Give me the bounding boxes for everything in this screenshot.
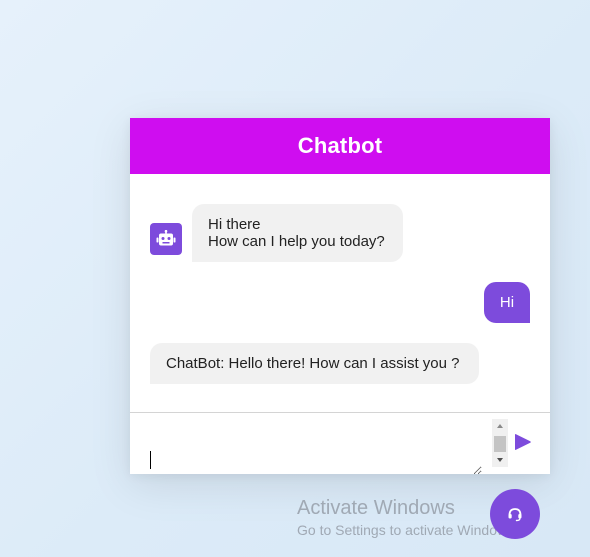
chatbot-toggle-button[interactable]	[490, 489, 540, 539]
chatbot-window: Chatbot Hi there How can I help you toda…	[130, 118, 550, 474]
input-scrollbar[interactable]	[492, 419, 508, 467]
chat-input[interactable]	[148, 451, 482, 474]
watermark-title: Activate Windows	[297, 497, 455, 519]
send-icon	[515, 434, 531, 450]
activate-windows-watermark: Activate Windows Go to Settings to activ…	[297, 496, 518, 539]
scroll-down-arrow-icon[interactable]	[497, 458, 503, 462]
bot-message-greeting: Hi there How can I help you today?	[192, 204, 403, 262]
text-caret	[150, 451, 151, 469]
bot-message-line: How can I help you today?	[208, 233, 385, 250]
message-list: Hi there How can I help you today? Hi Ch…	[130, 174, 550, 412]
scroll-thumb[interactable]	[494, 436, 506, 452]
scroll-up-arrow-icon[interactable]	[497, 424, 503, 428]
chat-header: Chatbot	[130, 118, 550, 174]
robot-icon	[150, 223, 182, 255]
headset-icon	[508, 508, 522, 522]
chat-input-area	[130, 412, 550, 474]
chat-title: Chatbot	[297, 133, 383, 158]
bot-message-reply: ChatBot: Hello there! How can I assist y…	[150, 343, 479, 384]
send-button[interactable]	[513, 432, 533, 452]
bot-message-line: Hi there	[208, 216, 261, 233]
user-message: Hi	[484, 282, 530, 323]
watermark-subtitle: Go to Settings to activate Windows.	[297, 522, 518, 538]
